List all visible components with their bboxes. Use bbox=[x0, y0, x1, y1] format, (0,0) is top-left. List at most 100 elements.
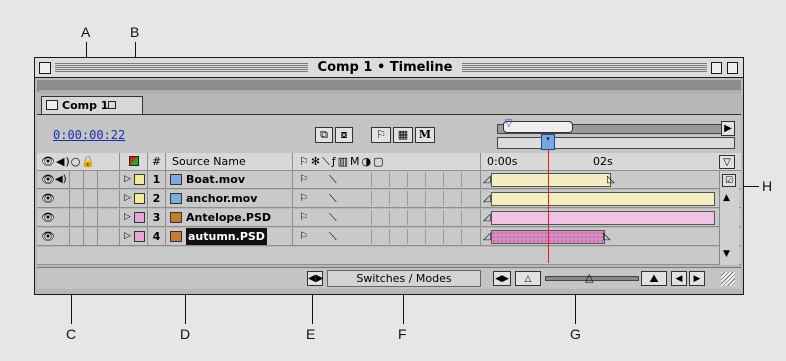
label-color-swatch[interactable] bbox=[134, 193, 145, 204]
eye-icon[interactable]: 👁 bbox=[41, 228, 55, 245]
timeline-window: Comp 1 • Timeline Comp 1 0:00:00:22 ⧉ ⧇ … bbox=[34, 57, 744, 295]
label-color-swatch[interactable] bbox=[134, 174, 145, 185]
layer-source-cell[interactable]: autumn.PSD bbox=[166, 228, 293, 245]
zoom-slider-thumb-icon[interactable]: △ bbox=[585, 271, 593, 284]
comp-flowchart-button[interactable]: ⧉ bbox=[315, 127, 333, 143]
collapse-box[interactable] bbox=[727, 62, 738, 74]
expand-collapse-panes-button[interactable]: ◀▶ bbox=[307, 271, 323, 286]
footer-bar: ◀▶ Switches / Modes ◀▶ △ △ ⛰ ◀ ▶ bbox=[37, 267, 741, 289]
shy-switch-icon[interactable]: ⚐ bbox=[299, 209, 308, 226]
time-ruler[interactable]: 0:00s 02s bbox=[481, 153, 705, 170]
eye-icon[interactable]: 👁 bbox=[41, 190, 55, 207]
duration-bar[interactable] bbox=[491, 173, 611, 187]
quality-switch-icon[interactable]: ⟍ bbox=[329, 171, 337, 188]
window-title: Comp 1 • Timeline bbox=[308, 60, 462, 75]
navigator-range[interactable] bbox=[503, 121, 573, 133]
expand-triangle-icon[interactable]: ▷ bbox=[124, 228, 131, 245]
scroll-right-button[interactable]: ▶ bbox=[689, 271, 705, 286]
expand-collapse-icon: ◀▶ bbox=[308, 273, 324, 284]
quality-switch-icon[interactable]: ⟍ bbox=[329, 228, 337, 245]
switch-divider bbox=[443, 210, 444, 225]
tab-comp1[interactable]: Comp 1 bbox=[41, 96, 143, 114]
layer-number: 3 bbox=[148, 209, 166, 226]
motion-blur-icon: M bbox=[418, 128, 432, 141]
resize-grip-icon[interactable] bbox=[721, 272, 735, 286]
tab-strip-base bbox=[39, 90, 741, 94]
shy-switch-icon[interactable]: ⚐ bbox=[299, 171, 308, 188]
vertical-scrollbar[interactable]: ☑ ▲ ▼ bbox=[719, 171, 739, 265]
layer-row[interactable]: 👁 ◀) ▷ 1 Boat.mov ⚐ ⟍ ◿ ◺ bbox=[37, 171, 741, 189]
layer-source-cell[interactable]: Boat.mov bbox=[166, 171, 293, 188]
shy-switch-icon[interactable]: ⚐ bbox=[299, 190, 308, 207]
switch-divider bbox=[461, 191, 462, 206]
duration-bar[interactable] bbox=[491, 211, 715, 225]
layers-icon: ⧇ bbox=[340, 128, 348, 141]
speaker-icon[interactable]: ◀) bbox=[55, 171, 67, 188]
in-point-icon: ◿ bbox=[483, 193, 491, 204]
zoom-box[interactable] bbox=[711, 62, 722, 74]
duration-bar[interactable] bbox=[491, 192, 715, 206]
eye-icon[interactable]: 👁 bbox=[41, 171, 55, 188]
layer-duration-track[interactable]: ◿ bbox=[481, 190, 717, 207]
shy-switch-icon[interactable]: ⚐ bbox=[299, 228, 308, 245]
current-time-indicator[interactable] bbox=[548, 150, 549, 263]
quality-switch-icon[interactable]: ⟍ bbox=[329, 209, 337, 226]
divider bbox=[69, 171, 70, 188]
switch-divider bbox=[371, 191, 372, 206]
label-color-swatch[interactable] bbox=[134, 231, 145, 242]
comp-marker-bin[interactable]: ▽ bbox=[719, 155, 735, 169]
frame-blending-button[interactable]: ▦ bbox=[393, 127, 413, 143]
expand-triangle-icon[interactable]: ▷ bbox=[124, 209, 131, 226]
tab-menu-icon[interactable] bbox=[108, 101, 116, 109]
layer-row[interactable]: 👁 ▷ 3 Antelope.PSD ⚐ ⟍ ◿ bbox=[37, 209, 741, 227]
close-box[interactable] bbox=[39, 62, 51, 74]
divider bbox=[97, 209, 98, 226]
scroll-up-arrow-icon[interactable]: ▲ bbox=[723, 193, 730, 203]
eye-icon[interactable]: 👁 bbox=[41, 209, 55, 226]
time-label-0: 0:00s bbox=[487, 155, 518, 168]
source-name-header[interactable]: Source Name bbox=[166, 153, 293, 170]
scroll-down-arrow-icon[interactable]: ▼ bbox=[723, 249, 730, 259]
current-time-marker[interactable]: ▾ bbox=[541, 134, 555, 150]
layer-number: 1 bbox=[148, 171, 166, 188]
shy-layers-button[interactable]: ⚐ bbox=[371, 127, 391, 143]
layer-duration-track[interactable]: ◿ ◺ bbox=[481, 171, 717, 188]
movie-icon bbox=[170, 193, 182, 204]
zoom-out-button[interactable]: △ bbox=[515, 271, 541, 286]
title-bar[interactable]: Comp 1 • Timeline bbox=[35, 58, 743, 78]
divider bbox=[69, 190, 70, 207]
motion-blur-button[interactable]: M bbox=[415, 127, 435, 143]
layer-source-cell[interactable]: anchor.mov bbox=[166, 190, 293, 207]
quality-switch-icon[interactable]: ⟍ bbox=[329, 190, 337, 207]
switch-divider bbox=[425, 229, 426, 244]
label-color-swatch[interactable] bbox=[134, 212, 145, 223]
flowchart-icon: ⧉ bbox=[320, 128, 328, 141]
navigator-start-icon[interactable]: ▽ bbox=[505, 118, 513, 129]
number-header: # bbox=[148, 153, 166, 170]
layer-duration-track[interactable]: ◿ ◺ bbox=[481, 228, 717, 245]
comp-switch-checkbox[interactable]: ☑ bbox=[722, 174, 736, 187]
divider bbox=[97, 228, 98, 245]
timeline-expand-button[interactable]: ◀▶ bbox=[493, 271, 511, 286]
switches-modes-toggle[interactable]: Switches / Modes bbox=[327, 270, 481, 287]
zoom-in-button[interactable]: ⛰ bbox=[641, 271, 667, 286]
expand-triangle-icon[interactable]: ▷ bbox=[124, 190, 131, 207]
timecode-display[interactable]: 0:00:00:22 bbox=[53, 128, 125, 142]
layer-row[interactable]: 👁 ▷ 2 anchor.mov ⚐ ⟍ ◿ bbox=[37, 190, 741, 208]
switch-divider bbox=[407, 210, 408, 225]
layer-duration-track[interactable]: ◿ bbox=[481, 209, 717, 226]
switch-divider bbox=[389, 210, 390, 225]
switch-divider bbox=[443, 229, 444, 244]
scroll-left-button[interactable]: ◀ bbox=[671, 271, 687, 286]
expand-triangle-icon[interactable]: ▷ bbox=[124, 171, 131, 188]
layer-source-cell[interactable]: Antelope.PSD bbox=[166, 209, 293, 226]
layer-row[interactable]: 👁 ▷ 4 autumn.PSD ⚐ ⟍ ◿ ◺ bbox=[37, 228, 741, 246]
layer-window-button[interactable]: ⧇ bbox=[335, 127, 353, 143]
in-point-icon: ◿ bbox=[483, 231, 491, 242]
layer-label-cell: ▷ bbox=[120, 171, 148, 188]
switch-divider bbox=[461, 210, 462, 225]
layer-name: autumn.PSD bbox=[186, 228, 267, 245]
expand-button[interactable]: ▶ bbox=[721, 121, 735, 136]
work-area-bar[interactable] bbox=[497, 137, 735, 149]
comp-icon bbox=[46, 100, 58, 110]
